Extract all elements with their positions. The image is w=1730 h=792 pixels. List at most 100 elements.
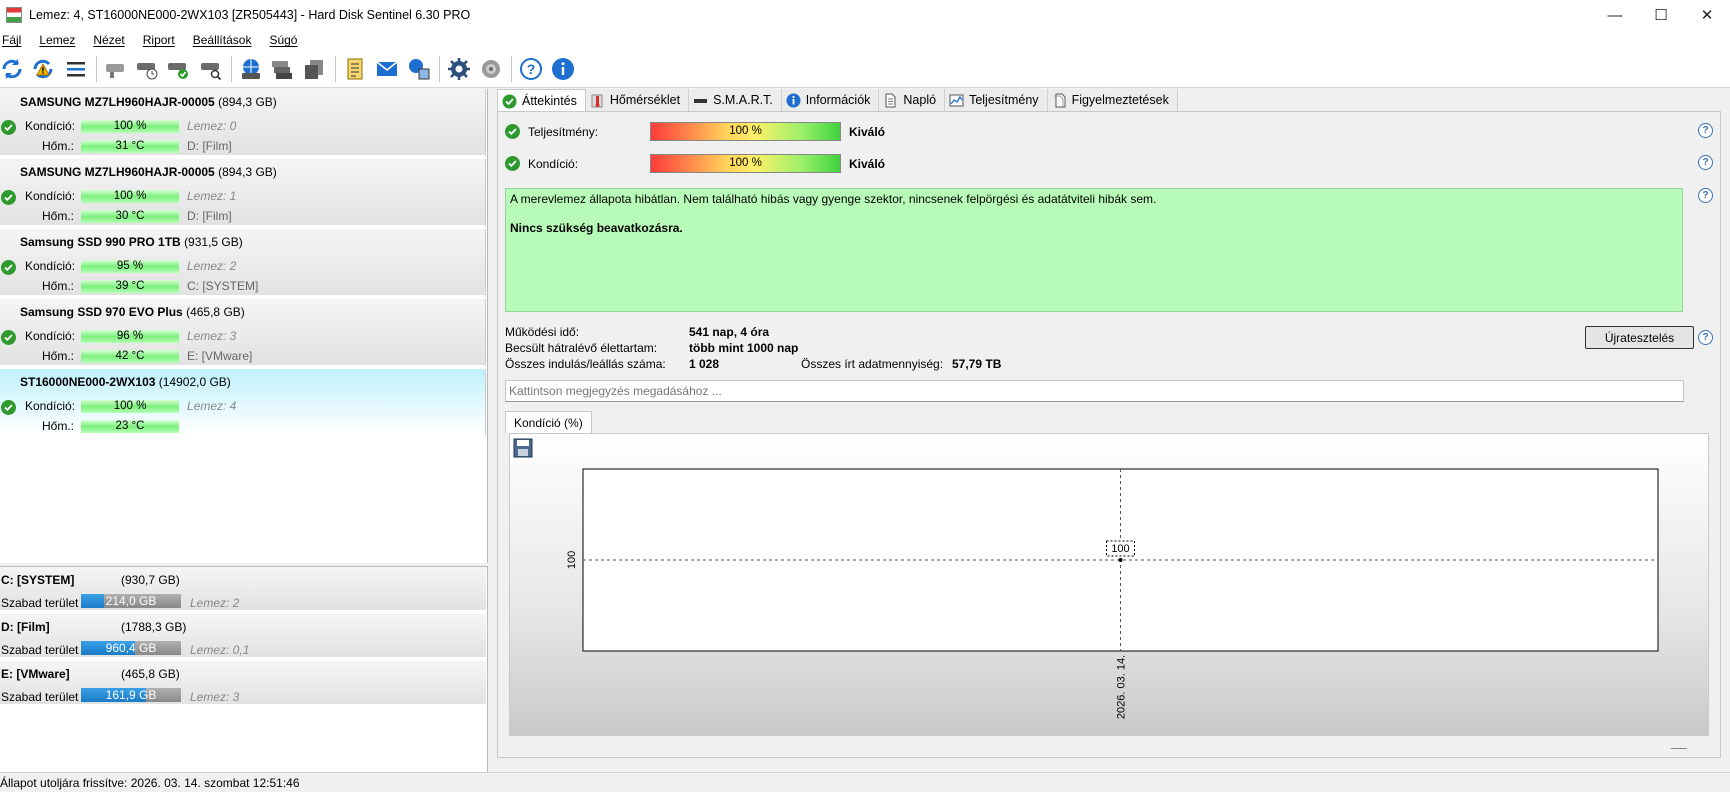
- disk-item[interactable]: Samsung SSD 990 PRO 1TB (931,5 GB) Kondí…: [0, 229, 486, 297]
- menu-report[interactable]: Riport: [141, 33, 183, 47]
- menu-disk[interactable]: Lemez: [37, 33, 83, 47]
- temperature-bar: 39 °C: [81, 280, 179, 293]
- disk-index: Lemez: 2: [187, 259, 237, 273]
- svg-text:?: ?: [527, 61, 536, 77]
- volume-disk: Lemez: 3: [190, 690, 240, 704]
- performance-verdict: Kiváló: [849, 125, 886, 139]
- tab-smart[interactable]: S.M.A.R.T.: [689, 89, 782, 111]
- note-input[interactable]: Kattintson megjegyzés megadásához ...: [505, 380, 1684, 402]
- disk-item-selected[interactable]: ST16000NE000-2WX103 (14902,0 GB) Kondíci…: [0, 369, 486, 437]
- help-icon[interactable]: ?: [1698, 330, 1713, 345]
- chart-svg: 100 2026. 03. 14. 100: [566, 468, 1659, 719]
- status-bar: Állapot utoljára frissítve: 2026. 03. 14…: [0, 772, 1730, 792]
- disk-title: Samsung SSD 990 PRO 1TB (931,5 GB): [20, 235, 243, 249]
- temperature-label: Hőm.:: [42, 349, 75, 363]
- log-icon: [883, 93, 898, 108]
- disk-index: Lemez: 4: [187, 399, 237, 413]
- help-icon[interactable]: ?: [519, 57, 543, 81]
- temperature-label: Hőm.:: [42, 139, 75, 153]
- health-label: Kondíció:: [528, 157, 579, 171]
- status-description: A merevlemez állapota hibátlan. Nem talá…: [505, 188, 1683, 312]
- volume-list: C: [SYSTEM] (930,7 GB) Szabad terület 21…: [0, 566, 488, 772]
- volume-disk: Lemez: 2: [190, 596, 240, 610]
- remaining-life-value: több mint 1000 nap: [689, 341, 799, 355]
- check-icon: [1, 260, 16, 275]
- toolbar: ?: [0, 50, 1730, 88]
- disk-stack-icon[interactable]: [270, 57, 294, 81]
- network-icon[interactable]: [407, 57, 431, 81]
- tab-overview[interactable]: Áttekintés: [497, 89, 586, 112]
- menu-bar: Fájl Lemez Nézet Riport Beállítások Súgó: [0, 30, 1730, 50]
- retest-button[interactable]: Újratesztelés: [1585, 326, 1694, 349]
- start-stop-label: Összes indulás/leállás száma:: [505, 357, 666, 371]
- tab-performance[interactable]: Teljesítmény: [945, 89, 1048, 111]
- disk-item[interactable]: SAMSUNG MZ7LH960HAJR-00005 (894,3 GB) Ko…: [0, 89, 486, 157]
- tab-information[interactable]: Információk: [781, 89, 880, 111]
- tab-condition-chart[interactable]: Kondíció (%): [505, 411, 592, 433]
- free-space-bar: 960,4 GB: [81, 641, 181, 655]
- menu-help[interactable]: Súgó: [267, 33, 305, 47]
- help-icon[interactable]: ?: [1698, 123, 1713, 138]
- free-space-label: Szabad terület: [1, 690, 79, 704]
- condition-label: Kondíció:: [25, 259, 76, 273]
- temperature-bar: 23 °C: [81, 420, 179, 433]
- save-icon[interactable]: [513, 438, 533, 458]
- check-icon: [1, 190, 16, 205]
- disk-item[interactable]: SAMSUNG MZ7LH960HAJR-00005 (894,3 GB) Ko…: [0, 159, 486, 227]
- disk-gray-icon[interactable]: [103, 57, 127, 81]
- help-icon[interactable]: ?: [1698, 188, 1713, 203]
- check-icon: [505, 124, 520, 139]
- settings-gear-icon[interactable]: [447, 57, 471, 81]
- refresh-icon[interactable]: [0, 57, 24, 81]
- performance-bar: 100 %: [650, 122, 841, 141]
- start-stop-value: 1 028: [689, 357, 720, 371]
- overview-panel: Teljesítmény: 100 % Kiváló ? Kondíció: 1…: [497, 111, 1721, 758]
- title-bar: Lemez: 4, ST16000NE000-2WX103 [ZR505443]…: [0, 0, 1730, 30]
- temperature-bar: 42 °C: [81, 350, 179, 363]
- health-bar: 100 %: [650, 154, 841, 173]
- tab-temperature[interactable]: Hőmérséklet: [585, 89, 690, 111]
- report-icon[interactable]: [343, 57, 367, 81]
- close-button[interactable]: ✕: [1684, 0, 1730, 30]
- volume-item[interactable]: D: [Film] (1788,3 GB) Szabad terület 960…: [0, 614, 486, 659]
- disk-check-icon[interactable]: [166, 57, 190, 81]
- temperature-bar: 30 °C: [81, 210, 179, 223]
- help-icon[interactable]: ?: [1698, 155, 1713, 170]
- maximize-button[interactable]: ☐: [1638, 0, 1684, 30]
- minimize-button[interactable]: —: [1592, 0, 1638, 30]
- disk-clock-icon[interactable]: [135, 57, 159, 81]
- check-icon: [1, 330, 16, 345]
- temperature-bar: 31 °C: [81, 140, 179, 153]
- disk-title: Samsung SSD 970 EVO Plus (465,8 GB): [20, 305, 245, 319]
- refresh-warning-icon[interactable]: [31, 57, 55, 81]
- menu-settings[interactable]: Beállítások: [191, 33, 260, 47]
- disk-item[interactable]: Samsung SSD 970 EVO Plus (465,8 GB) Kond…: [0, 299, 486, 367]
- menu-view[interactable]: Nézet: [91, 33, 132, 47]
- list-icon[interactable]: [64, 57, 88, 81]
- tab-log[interactable]: Napló: [879, 89, 946, 111]
- disk-title: ST16000NE000-2WX103 (14902,0 GB): [20, 375, 231, 389]
- uptime-value: 541 nap, 4 óra: [689, 325, 770, 339]
- menu-file[interactable]: Fájl: [0, 33, 29, 47]
- globe-disk-icon[interactable]: [239, 57, 263, 81]
- disk-search-icon[interactable]: [199, 57, 223, 81]
- disk-title: SAMSUNG MZ7LH960HAJR-00005 (894,3 GB): [20, 95, 277, 109]
- disk-index: Lemez: 1: [187, 189, 237, 203]
- sound-icon[interactable]: [479, 57, 503, 81]
- mail-icon[interactable]: [375, 57, 399, 81]
- remaining-life-label: Becsült hátralévő élettartam:: [505, 341, 658, 355]
- volume-size: (930,7 GB): [121, 573, 180, 587]
- condition-bar: 95 %: [81, 260, 179, 273]
- condition-label: Kondíció:: [25, 119, 76, 133]
- condition-bar: 100 %: [81, 400, 179, 413]
- volume-item[interactable]: E: [VMware] (465,8 GB) Szabad terület 16…: [0, 661, 486, 706]
- resize-grip[interactable]: [1671, 748, 1687, 749]
- disk-copy-icon[interactable]: [302, 57, 326, 81]
- condition-label: Kondíció:: [25, 329, 76, 343]
- check-circle-icon: [502, 94, 517, 109]
- free-space-label: Szabad terület: [1, 643, 79, 657]
- disk-index: Lemez: 3: [187, 329, 237, 343]
- volume-item[interactable]: C: [SYSTEM] (930,7 GB) Szabad terület 21…: [0, 567, 486, 612]
- info-icon[interactable]: [551, 57, 575, 81]
- tab-alerts[interactable]: Figyelmeztetések: [1047, 89, 1178, 111]
